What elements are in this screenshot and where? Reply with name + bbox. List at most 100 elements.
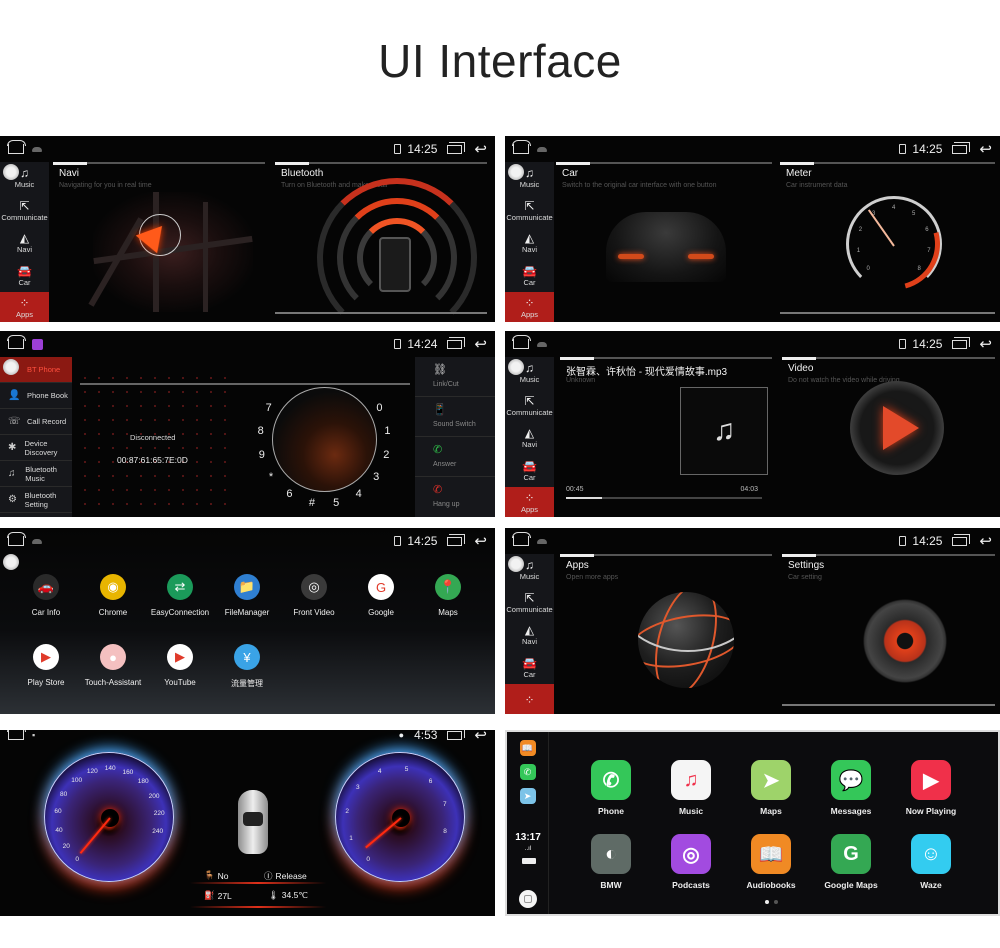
carplay-app-podcasts[interactable]: ◎ Podcasts	[655, 834, 727, 890]
app-chrome[interactable]: ◉ Chrome	[78, 574, 148, 617]
floating-assistant-ball[interactable]	[508, 164, 524, 180]
sidebar-item-apps[interactable]: ⁘ Apps	[505, 292, 554, 322]
bt-menu-item-bluetooth-music[interactable]: ♫ Bluetooth Music	[0, 461, 72, 487]
meter-card[interactable]: Meter Car instrument data 012345678	[780, 161, 995, 322]
home-icon[interactable]	[7, 532, 26, 546]
video-play-button[interactable]	[850, 381, 944, 475]
sidebar-item-car[interactable]: 🚘 Car	[505, 652, 554, 685]
back-icon[interactable]: ↩	[979, 532, 992, 550]
home-icon[interactable]	[7, 335, 26, 349]
dial-key[interactable]: #	[309, 497, 315, 509]
page-dot[interactable]	[765, 900, 769, 904]
dial-key[interactable]: 4	[356, 488, 362, 500]
maps-shortcut[interactable]: ➤	[519, 788, 536, 804]
sidebar-item-navi[interactable]: ◭ Navi	[505, 619, 554, 652]
link-cut-button[interactable]: ⛓ Link/Cut	[415, 357, 495, 397]
carplay-app-waze[interactable]: ☺ Waze	[895, 834, 967, 890]
floating-assistant-ball[interactable]	[3, 554, 19, 570]
floating-assistant-ball[interactable]	[508, 359, 524, 375]
recent-apps-icon[interactable]	[447, 336, 466, 349]
floating-assistant-ball[interactable]	[508, 556, 524, 572]
sound-switch-button[interactable]: 📱 Sound Switch	[415, 397, 495, 437]
sidebar-item-communicate[interactable]: ⇱ Communicate	[505, 195, 554, 228]
back-icon[interactable]: ↩	[979, 335, 992, 353]
carplay-app-now-playing[interactable]: ▶ Now Playing	[895, 760, 967, 816]
carplay-app-music[interactable]: ♫ Music	[655, 760, 727, 816]
sidebar-item-navi[interactable]: ◭ Navi	[505, 422, 554, 455]
sidebar-item-communicate[interactable]: ⇱ Communicate	[505, 390, 554, 423]
audiobooks-shortcut[interactable]: 📖	[519, 740, 536, 756]
app-youtube[interactable]: ▶ YouTube	[145, 644, 215, 687]
home-icon[interactable]	[512, 532, 531, 546]
car-card[interactable]: Car Switch to the original car interface…	[556, 161, 772, 322]
back-icon[interactable]: ↩	[474, 730, 487, 744]
playback-progress[interactable]	[566, 497, 762, 499]
back-icon[interactable]: ↩	[474, 532, 487, 550]
dial-key[interactable]: 0	[376, 402, 382, 414]
sidebar-item-communicate[interactable]: ⇱ Communicate	[0, 195, 49, 228]
sidebar-item-communicate[interactable]: ⇱ Communicate	[505, 587, 554, 620]
sidebar-item-car[interactable]: 🚘 Car	[505, 260, 554, 293]
dial-key[interactable]: 1	[384, 425, 390, 437]
phone-shortcut[interactable]: ✆	[519, 764, 536, 780]
sidebar-item-car[interactable]: 🚘 Car	[0, 260, 49, 293]
sidebar-item-car[interactable]: 🚘 Car	[505, 455, 554, 488]
app--[interactable]: ¥ 流量管理	[212, 644, 282, 689]
app-filemanager[interactable]: 📁 FileManager	[212, 574, 282, 617]
sidebar-item-apps[interactable]: ⁘ Apps	[0, 292, 49, 322]
apps-card[interactable]: Apps Open more apps	[560, 553, 772, 714]
app-play-store[interactable]: ▶ Play Store	[11, 644, 81, 687]
home-icon[interactable]	[7, 140, 26, 154]
app-car-info[interactable]: 🚗 Car Info	[11, 574, 81, 617]
dial-key[interactable]: *	[269, 471, 273, 483]
recent-apps-icon[interactable]	[447, 533, 466, 546]
carplay-home-button[interactable]	[519, 890, 537, 908]
app-easyconnection[interactable]: ⇄ EasyConnection	[145, 574, 215, 617]
carplay-app-google-maps[interactable]: G Google Maps	[815, 834, 887, 890]
app-touch-assistant[interactable]: ● Touch-Assistant	[78, 644, 148, 687]
back-icon[interactable]: ↩	[979, 140, 992, 158]
bluetooth-card[interactable]: Bluetooth Turn on Bluetooth and make a c…	[275, 161, 487, 322]
home-icon[interactable]	[512, 140, 531, 154]
carplay-app-audiobooks[interactable]: 📖 Audiobooks	[735, 834, 807, 890]
back-icon[interactable]: ↩	[474, 335, 487, 353]
bt-menu-item-phone-book[interactable]: 👤 Phone Book	[0, 383, 72, 409]
dial-key[interactable]: 8	[258, 425, 264, 437]
sidebar-item-navi[interactable]: ◭ Navi	[505, 227, 554, 260]
app-maps[interactable]: 📍 Maps	[413, 574, 483, 617]
recent-apps-icon[interactable]	[447, 141, 466, 154]
navi-card[interactable]: Navi Navigating for you in real time	[53, 161, 265, 322]
dial-key[interactable]: 3	[373, 471, 379, 483]
recent-apps-icon[interactable]	[952, 533, 971, 546]
floating-assistant-ball[interactable]	[3, 164, 19, 180]
carplay-app-messages[interactable]: 💬 Messages	[815, 760, 887, 816]
bt-menu-item-bluetooth-setting[interactable]: ⚙ Bluetooth Setting	[0, 487, 72, 513]
app-google[interactable]: G Google	[346, 574, 416, 617]
recent-apps-icon[interactable]	[952, 336, 971, 349]
home-icon[interactable]	[7, 730, 26, 740]
rotary-dial[interactable]	[272, 387, 377, 492]
music-card[interactable]: 张智霖、许秋怡 - 现代爱情故事.mp3 Unknown ♫ 00:45 04:…	[560, 356, 772, 517]
carplay-app-phone[interactable]: ✆ Phone	[575, 760, 647, 816]
sidebar-item-apps[interactable]: ⁘	[505, 684, 554, 714]
carplay-app-maps[interactable]: ➤ Maps	[735, 760, 807, 816]
recent-apps-icon[interactable]	[952, 141, 971, 154]
dial-key[interactable]: 7	[266, 402, 272, 414]
settings-card[interactable]: Settings Car setting	[782, 553, 995, 714]
bt-menu-item-call-record[interactable]: ☏ Call Record	[0, 409, 72, 435]
app-front-video[interactable]: ◎ Front Video	[279, 574, 349, 617]
dial-key[interactable]: 2	[383, 449, 389, 461]
home-icon[interactable]	[512, 335, 531, 349]
dial-key[interactable]: 9	[259, 449, 265, 461]
bt-menu-item-device-discovery[interactable]: ✱ Device Discovery	[0, 435, 72, 461]
video-card[interactable]: Video Do not watch the video while drivi…	[782, 356, 995, 517]
dial-key[interactable]: 6	[286, 488, 292, 500]
answer-button[interactable]: ✆ Answer	[415, 437, 495, 477]
hang-up-button[interactable]: ✆ Hang up	[415, 477, 495, 517]
page-dot[interactable]	[774, 900, 778, 904]
dial-key[interactable]: 5	[333, 497, 339, 509]
back-icon[interactable]: ↩	[474, 140, 487, 158]
floating-assistant-ball[interactable]	[3, 359, 19, 375]
sidebar-item-apps[interactable]: ⁘ Apps	[505, 487, 554, 517]
recent-apps-icon[interactable]	[447, 730, 466, 740]
